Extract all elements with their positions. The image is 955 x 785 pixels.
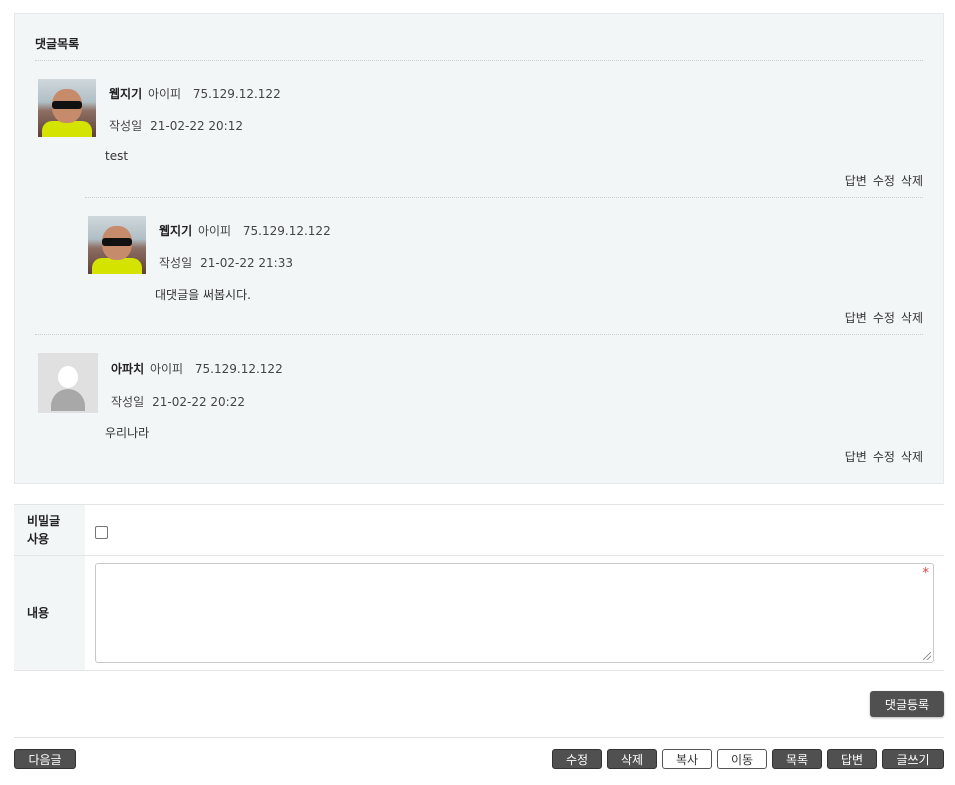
date-label: 작성일 <box>159 256 193 270</box>
submit-comment-button[interactable]: 댓글등록 <box>870 691 944 717</box>
edit-link[interactable]: 수정 <box>873 311 895 325</box>
ip-value: 75.129.12.122 <box>242 224 331 238</box>
list-button[interactable]: 목록 <box>772 749 822 769</box>
reply-link[interactable]: 답변 <box>845 174 867 188</box>
date-value: 21-02-22 21:33 <box>200 256 293 270</box>
edit-link[interactable]: 수정 <box>873 174 895 188</box>
reply-post-button[interactable]: 답변 <box>827 749 877 769</box>
content-row: 내용 * <box>14 556 944 671</box>
comment-list-section: 댓글목록 웹지기 아이피 75.129.12.122 작성일 21-02-22 2… <box>14 13 944 484</box>
comment-author[interactable]: 아파치 <box>111 362 144 376</box>
comment-author-line: 웹지기 아이피 75.129.12.122 <box>109 85 281 102</box>
comment-text: test <box>105 149 129 163</box>
comment-author-line: 아파치 아이피 75.129.12.122 <box>111 360 283 377</box>
required-mark-icon: * <box>922 566 930 581</box>
comment-form: 비밀글 사용 내용 * <box>14 504 944 671</box>
delete-link[interactable]: 삭제 <box>901 174 923 188</box>
copy-post-button[interactable]: 복사 <box>662 749 712 769</box>
title-divider <box>35 60 923 61</box>
comment-actions: 답변 수정 삭제 <box>839 172 923 189</box>
reply-link[interactable]: 답변 <box>845 450 867 464</box>
user-photo-icon <box>38 79 96 137</box>
comment-date-line: 작성일 21-02-22 21:33 <box>159 254 293 271</box>
ip-value: 75.129.12.122 <box>194 362 283 376</box>
ip-label: 아이피 <box>147 87 182 101</box>
comment-textarea[interactable]: * <box>95 563 934 663</box>
default-user-icon <box>38 353 98 413</box>
comment-author-line: 웹지기 아이피 75.129.12.122 <box>159 222 331 239</box>
resize-grip-icon[interactable] <box>923 652 931 660</box>
comment-divider <box>85 197 923 198</box>
comment-actions: 답변 수정 삭제 <box>839 448 923 465</box>
content-label: 내용 <box>14 556 85 670</box>
bottom-divider <box>14 737 944 738</box>
secret-checkbox[interactable] <box>95 526 108 539</box>
move-post-button[interactable]: 이동 <box>717 749 767 769</box>
ip-label: 아이피 <box>149 362 184 376</box>
comment-author[interactable]: 웹지기 <box>159 224 192 238</box>
secret-row: 비밀글 사용 <box>14 505 944 556</box>
ip-value: 75.129.12.122 <box>192 87 281 101</box>
ip-label: 아이피 <box>197 224 232 238</box>
delete-post-button[interactable]: 삭제 <box>607 749 657 769</box>
comment-actions: 답변 수정 삭제 <box>839 309 923 326</box>
comment-list-title: 댓글목록 <box>35 37 80 51</box>
date-label: 작성일 <box>111 395 145 409</box>
comment-divider <box>35 334 923 335</box>
reply-link[interactable]: 답변 <box>845 311 867 325</box>
comment-date-line: 작성일 21-02-22 20:12 <box>109 117 243 134</box>
edit-link[interactable]: 수정 <box>873 450 895 464</box>
edit-post-button[interactable]: 수정 <box>552 749 602 769</box>
comment-text: 우리나라 <box>105 426 150 440</box>
comment-author[interactable]: 웹지기 <box>109 87 142 101</box>
date-value: 21-02-22 20:22 <box>152 395 245 409</box>
delete-link[interactable]: 삭제 <box>901 311 923 325</box>
write-post-button[interactable]: 글쓰기 <box>882 749 944 769</box>
next-post-button[interactable]: 다음글 <box>14 749 76 769</box>
date-value: 21-02-22 20:12 <box>150 119 243 133</box>
comment-date-line: 작성일 21-02-22 20:22 <box>111 393 245 410</box>
secret-label: 비밀글 사용 <box>14 505 85 555</box>
delete-link[interactable]: 삭제 <box>901 450 923 464</box>
comment-text: 대댓글을 써봅시다. <box>155 288 251 302</box>
user-photo-icon <box>88 216 146 274</box>
date-label: 작성일 <box>109 119 143 133</box>
